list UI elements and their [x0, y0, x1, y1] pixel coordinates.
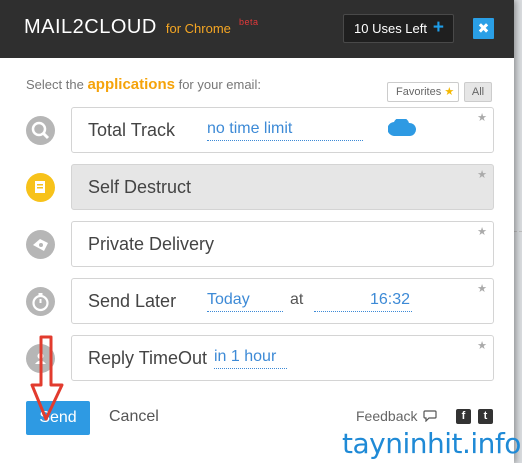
reply-timeout-field[interactable]: in 1 hour — [214, 348, 287, 369]
cancel-button[interactable]: Cancel — [109, 408, 159, 426]
app-row-self-destruct[interactable]: Self Destruct ★ — [71, 164, 494, 210]
close-button[interactable]: ✖ — [473, 18, 494, 39]
favorites-filter-button[interactable]: Favorites ★ — [387, 82, 459, 102]
favorite-star-icon[interactable]: ★ — [477, 339, 487, 352]
app-label: Private Delivery — [88, 234, 215, 254]
app-label: Reply TimeOut — [88, 348, 208, 368]
favorites-label: Favorites — [396, 86, 442, 98]
red-arrow-annotation — [30, 335, 64, 421]
stopwatch-icon[interactable] — [26, 287, 55, 316]
app-row-total-track[interactable]: Total Track no time limit ★ — [71, 107, 494, 153]
twitter-icon[interactable]: t — [478, 409, 493, 424]
instructions-suffix: for your email: — [174, 77, 261, 92]
facebook-icon[interactable]: f — [456, 409, 471, 424]
favorite-star-icon[interactable]: ★ — [477, 225, 487, 238]
favorite-star-icon[interactable]: ★ — [477, 168, 487, 181]
app-label: Total Track — [88, 120, 176, 140]
send-time-field[interactable]: 16:32 — [314, 291, 412, 312]
chat-bubble-icon — [423, 410, 437, 423]
beta-badge: beta — [238, 17, 259, 27]
cloud-icon[interactable] — [388, 119, 417, 136]
instructions-highlight: applications — [87, 76, 175, 93]
star-icon: ★ — [444, 86, 455, 98]
dialog-header: MAIL2CLOUD for Chrome beta 10 Uses Left … — [0, 0, 514, 58]
send-date-field[interactable]: Today — [207, 291, 283, 312]
favorite-star-icon[interactable]: ★ — [477, 282, 487, 295]
self-destruct-icon[interactable] — [26, 173, 55, 202]
app-row-send-later[interactable]: Send Later Today at 16:32 ★ — [71, 278, 494, 324]
plus-icon: + — [432, 17, 444, 38]
app-row-private-delivery[interactable]: Private Delivery ★ — [71, 221, 494, 267]
instructions-text: Select the applications for your email: — [26, 76, 261, 93]
feedback-link[interactable]: Feedback — [356, 408, 437, 424]
eye-icon[interactable] — [26, 230, 55, 259]
app-row-reply-timeout[interactable]: Reply TimeOut in 1 hour ★ — [71, 335, 494, 381]
favorite-star-icon[interactable]: ★ — [477, 111, 487, 124]
close-icon: ✖ — [477, 20, 490, 36]
instructions-prefix: Select the — [26, 77, 88, 92]
all-filter-button[interactable]: All — [464, 82, 492, 102]
mail2cloud-dialog: MAIL2CLOUD for Chrome beta 10 Uses Left … — [0, 0, 514, 463]
time-limit-field[interactable]: no time limit — [207, 120, 363, 141]
uses-left-button[interactable]: 10 Uses Left + — [343, 14, 454, 43]
feedback-label: Feedback — [356, 408, 418, 424]
app-name: MAIL2CLOUD — [24, 16, 157, 38]
uses-left-label: 10 Uses Left — [354, 21, 427, 36]
watermark-text: tayninhit.info — [342, 427, 521, 460]
app-title: MAIL2CLOUD for Chrome beta — [24, 16, 259, 39]
search-icon[interactable] — [26, 116, 55, 145]
app-label: Send Later — [88, 291, 177, 311]
at-label: at — [290, 291, 304, 308]
app-label: Self Destruct — [88, 177, 192, 197]
app-subtitle: for Chrome — [165, 21, 231, 36]
